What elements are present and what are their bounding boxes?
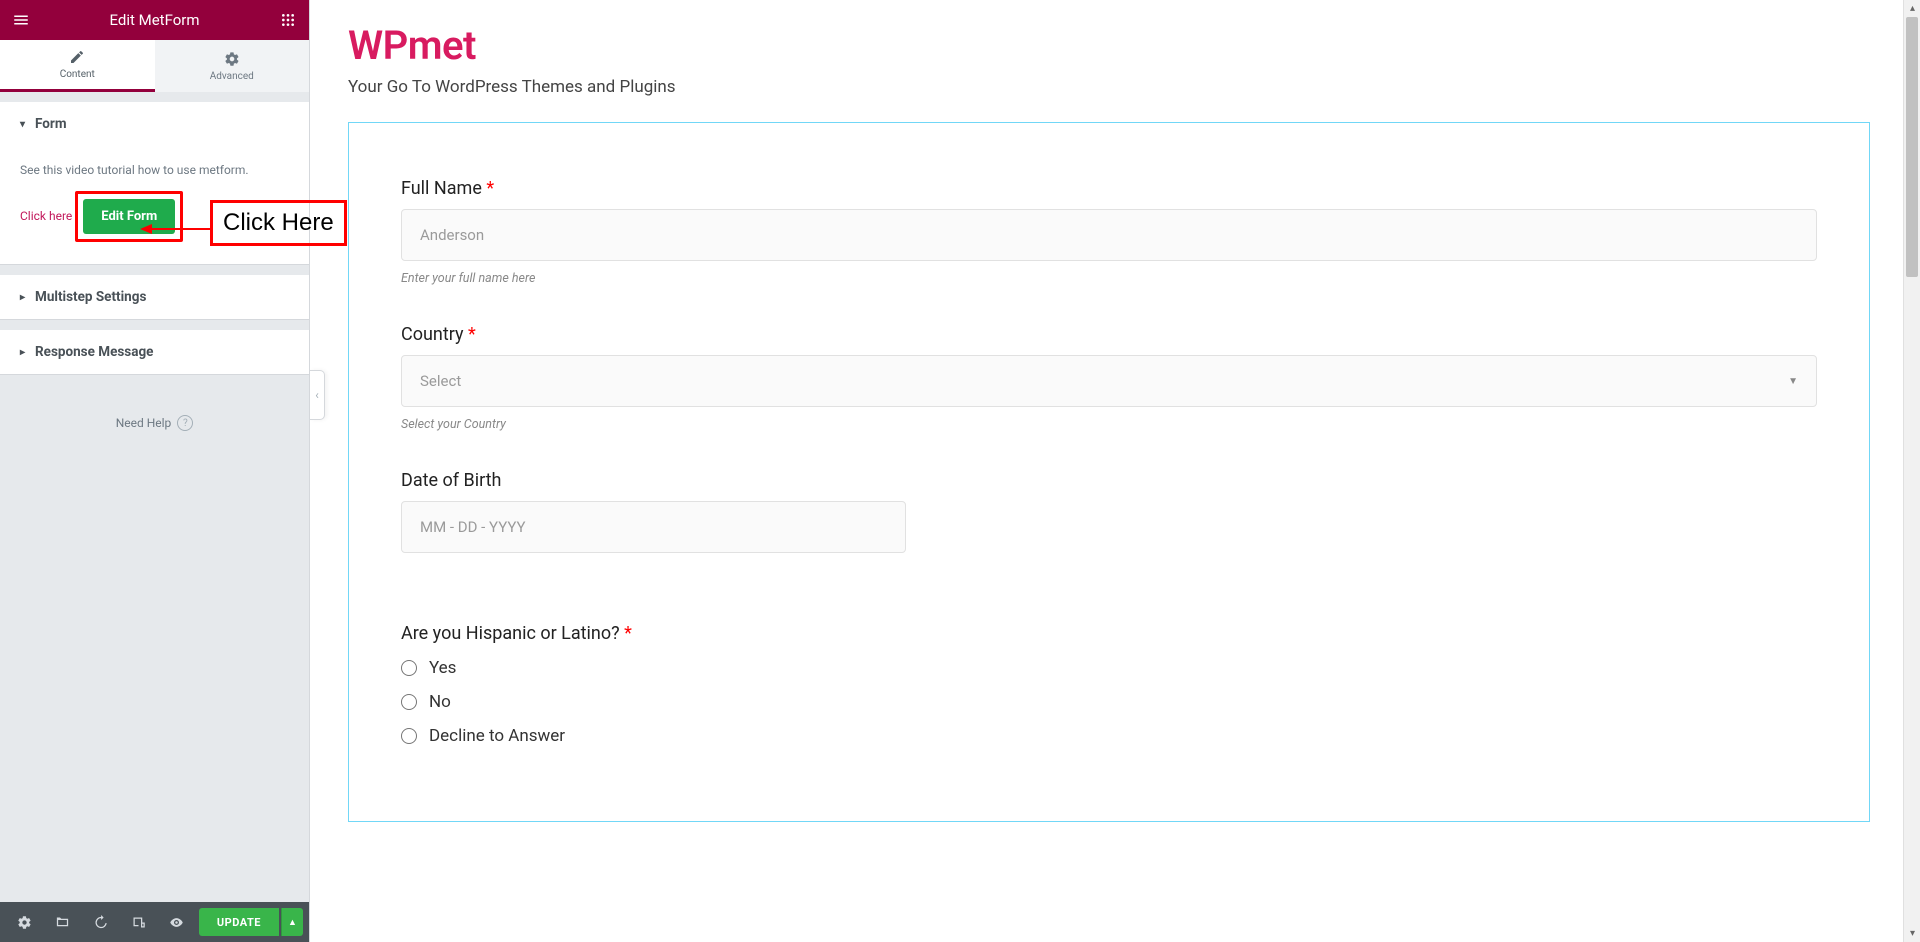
- section-form-title: Form: [35, 116, 67, 132]
- required-mark: *: [624, 623, 632, 644]
- radio-no-label[interactable]: No: [429, 692, 451, 712]
- field-fullname: Full Name * Enter your full name here: [401, 178, 1817, 286]
- update-button[interactable]: Update: [199, 908, 279, 936]
- annotation-arrow: [140, 222, 210, 236]
- required-mark: *: [468, 324, 476, 345]
- radio-decline-label[interactable]: Decline to Answer: [429, 726, 565, 746]
- caret-right-icon: [20, 347, 25, 358]
- radio-no: No: [401, 692, 1817, 712]
- field-country: Country * Select ▼ Select your Country: [401, 324, 1817, 432]
- chevron-down-icon: ▼: [1788, 376, 1798, 387]
- section-response: Response Message: [0, 330, 309, 375]
- section-multistep-title: Multistep Settings: [35, 289, 146, 305]
- section-multistep: Multistep Settings: [0, 275, 309, 320]
- panel-footer: Update ▲: [0, 902, 309, 942]
- caret-right-icon: [20, 292, 25, 303]
- dob-input[interactable]: [401, 501, 906, 553]
- dob-label: Date of Birth: [401, 470, 1817, 491]
- tab-advanced-label: Advanced: [210, 71, 254, 82]
- navigator-icon[interactable]: [44, 902, 80, 942]
- fullname-help: Enter your full name here: [401, 271, 1817, 286]
- radio-yes-input[interactable]: [401, 660, 417, 676]
- country-select[interactable]: Select ▼: [401, 355, 1817, 407]
- history-icon[interactable]: [82, 902, 118, 942]
- canvas: WPmet Your Go To WordPress Themes and Pl…: [310, 0, 1920, 942]
- settings-icon[interactable]: [6, 902, 42, 942]
- tutorial-text: See this video tutorial how to use metfo…: [20, 161, 289, 179]
- preview-icon[interactable]: [158, 902, 194, 942]
- section-multistep-head[interactable]: Multistep Settings: [0, 275, 309, 319]
- scroll-up-icon[interactable]: ▴: [1904, 0, 1920, 17]
- radio-decline-input[interactable]: [401, 728, 417, 744]
- country-label: Country *: [401, 324, 1817, 345]
- radio-decline: Decline to Answer: [401, 726, 1817, 746]
- page-title: WPmet: [348, 22, 1870, 69]
- tab-content[interactable]: Content: [0, 40, 155, 92]
- panel-header: Edit MetForm: [0, 0, 309, 40]
- responsive-icon[interactable]: [120, 902, 156, 942]
- radio-no-input[interactable]: [401, 694, 417, 710]
- caret-down-icon: [20, 119, 25, 130]
- section-response-head[interactable]: Response Message: [0, 330, 309, 374]
- help-icon[interactable]: ?: [177, 415, 193, 431]
- radio-yes-label[interactable]: Yes: [429, 658, 456, 678]
- fullname-input[interactable]: [401, 209, 1817, 261]
- panel-collapse-handle[interactable]: ‹: [310, 370, 325, 420]
- country-help: Select your Country: [401, 417, 1817, 432]
- tab-advanced[interactable]: Advanced: [155, 40, 310, 92]
- section-response-title: Response Message: [35, 344, 153, 360]
- panel-tabs: Content Advanced: [0, 40, 309, 92]
- page-tagline: Your Go To WordPress Themes and Plugins: [348, 77, 1870, 97]
- tutorial-link[interactable]: Click here: [20, 209, 72, 223]
- browser-scrollbar[interactable]: ▴ ▾: [1903, 0, 1920, 942]
- fullname-label: Full Name *: [401, 178, 1817, 199]
- update-options-button[interactable]: ▲: [281, 908, 303, 936]
- elementor-panel: Edit MetForm Content Advanced Form: [0, 0, 310, 942]
- field-ethnicity: Are you Hispanic or Latino? * Yes No Dec…: [401, 623, 1817, 746]
- country-selected: Select: [420, 372, 461, 390]
- annotation-label: Click Here: [210, 200, 347, 246]
- section-form-head[interactable]: Form: [0, 102, 309, 146]
- need-help-label: Need Help: [116, 416, 172, 430]
- radio-yes: Yes: [401, 658, 1817, 678]
- widgets-icon[interactable]: [277, 9, 299, 31]
- scroll-down-icon[interactable]: ▾: [1904, 925, 1920, 942]
- field-dob: Date of Birth: [401, 470, 1817, 553]
- need-help: Need Help ?: [0, 375, 309, 471]
- required-mark: *: [486, 178, 494, 199]
- scroll-thumb[interactable]: [1906, 17, 1918, 277]
- ethnicity-label: Are you Hispanic or Latino? *: [401, 623, 1817, 644]
- tab-content-label: Content: [60, 69, 95, 80]
- metform-widget[interactable]: Full Name * Enter your full name here Co…: [348, 122, 1870, 822]
- menu-icon[interactable]: [10, 9, 32, 31]
- panel-title: Edit MetForm: [32, 11, 277, 29]
